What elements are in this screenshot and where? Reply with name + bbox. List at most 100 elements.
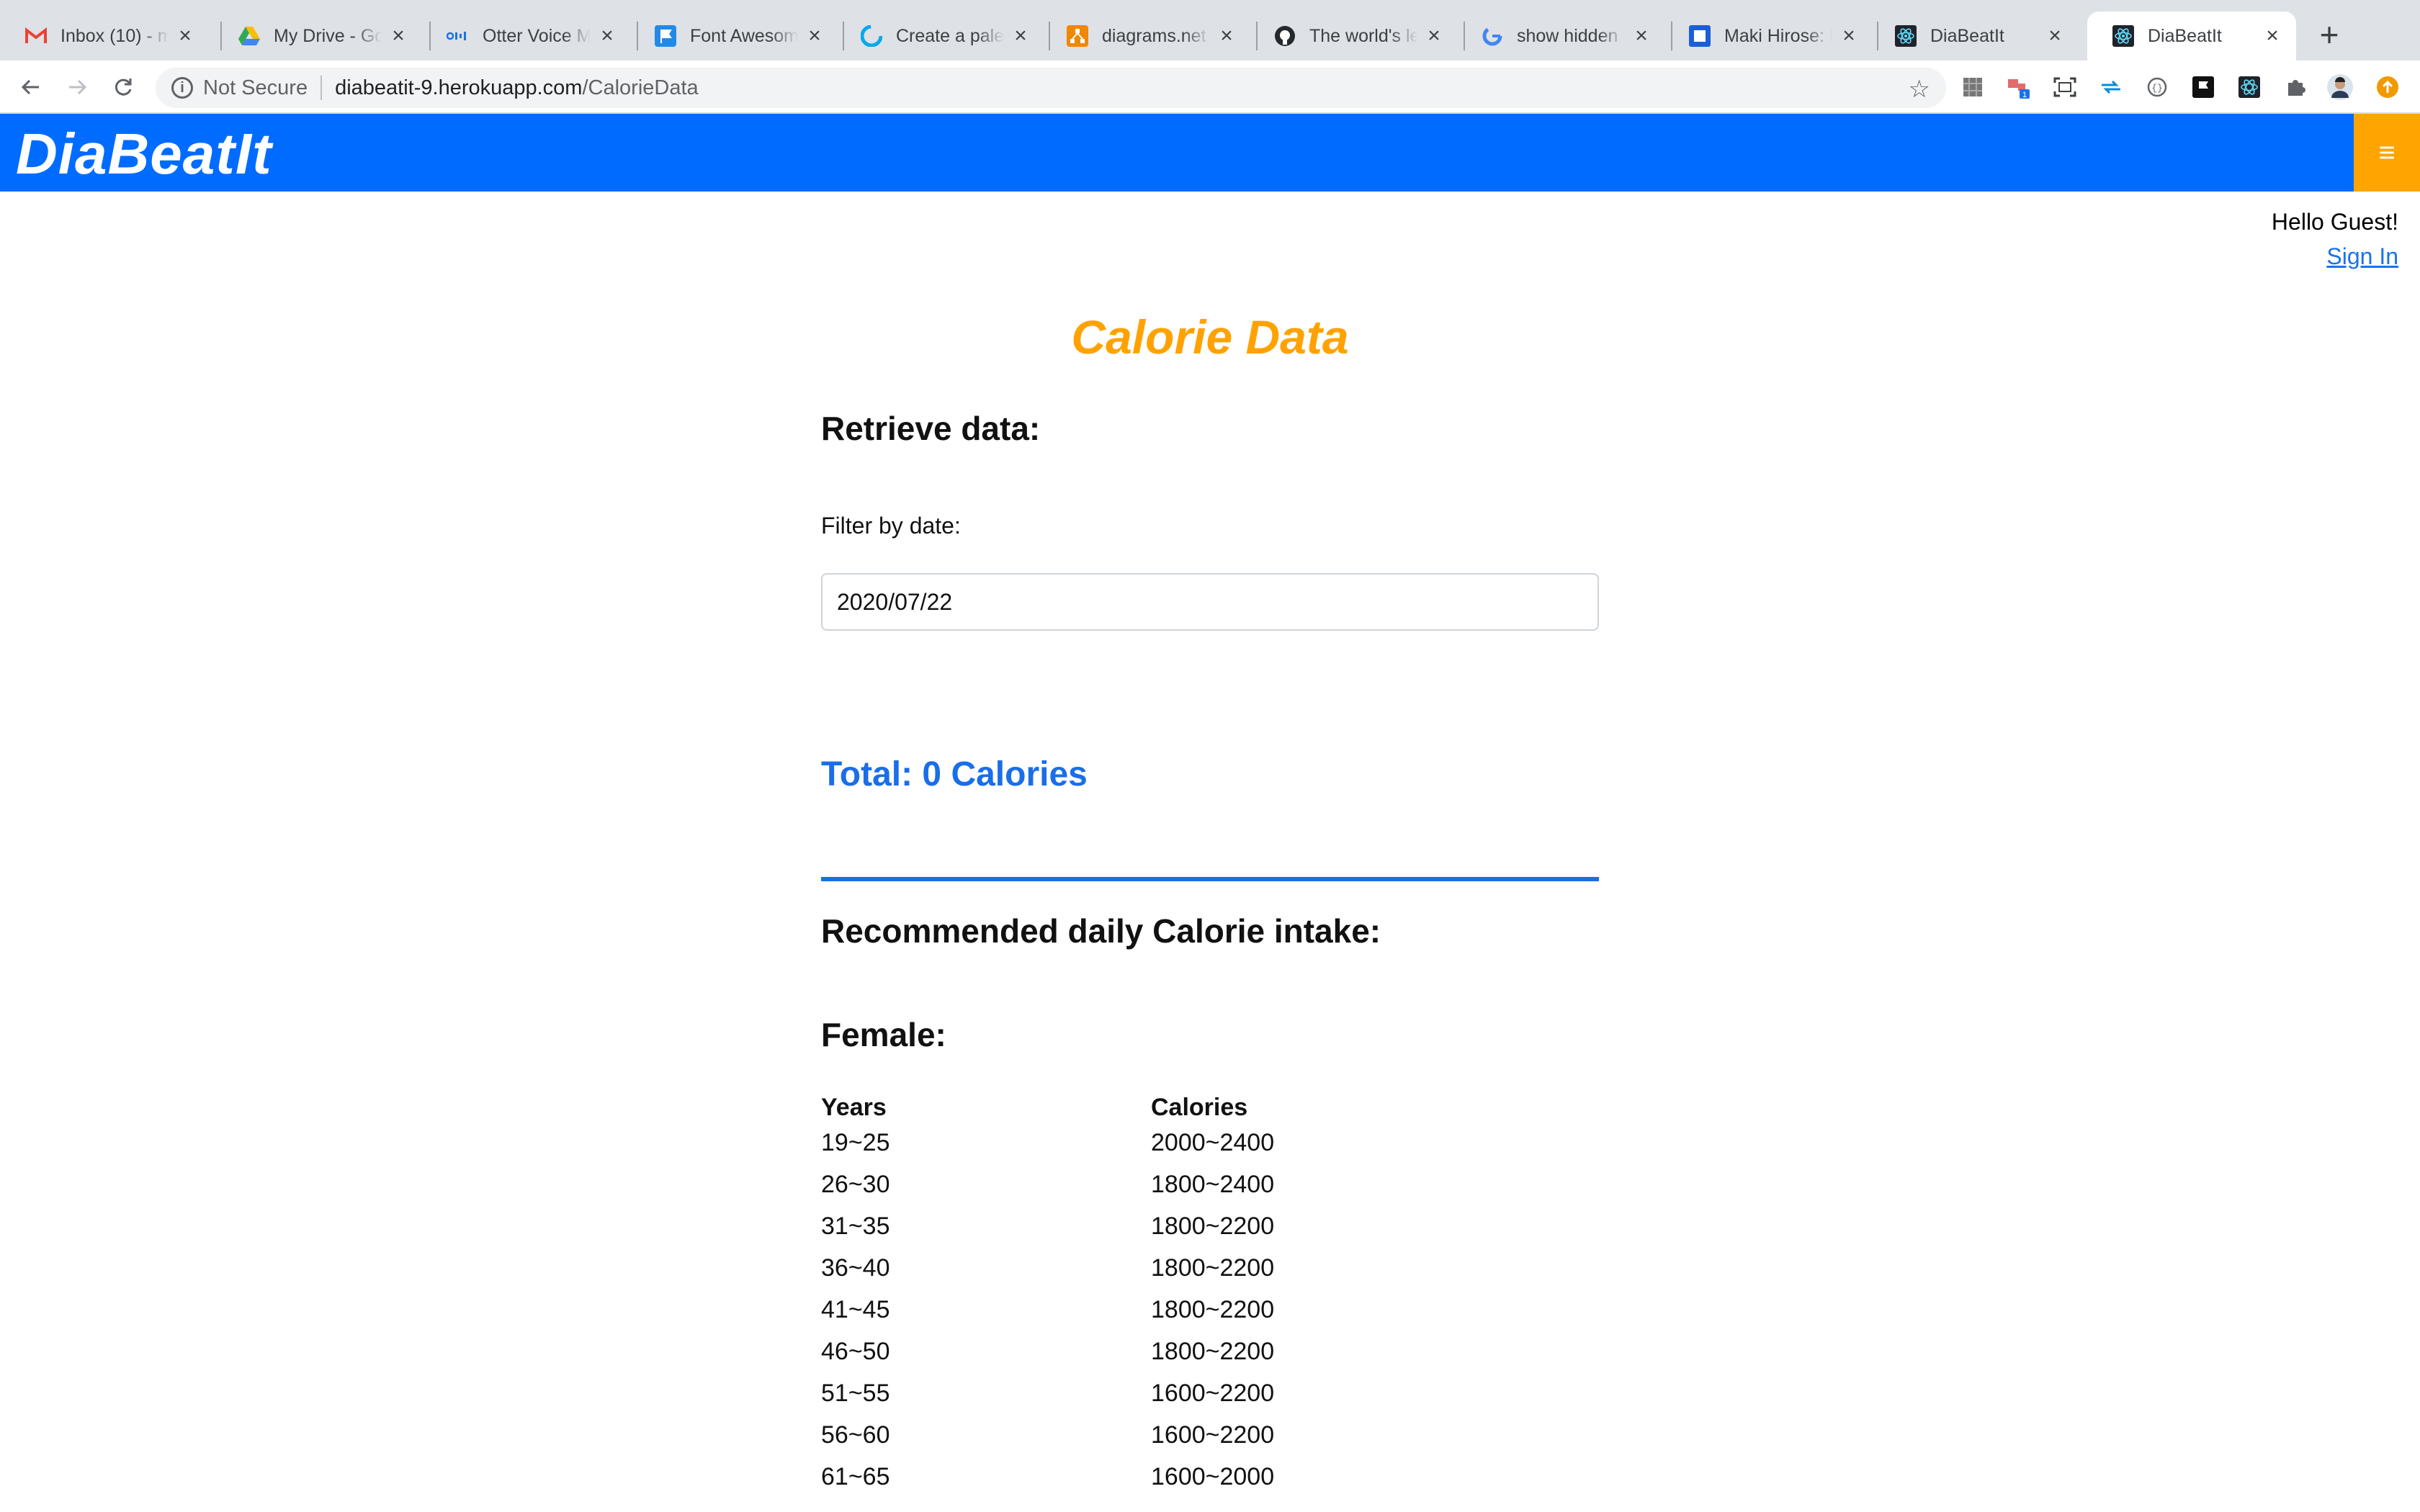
calories-cell: 1800~2400 xyxy=(1151,1170,1275,1198)
browser-tab-coolors[interactable]: Create a palet × xyxy=(835,12,1044,60)
code-brackets-icon[interactable]: {} xyxy=(2143,73,2171,101)
calories-cell: 1600~2200 xyxy=(1151,1379,1275,1407)
browser-tab-google[interactable]: show hidden f × xyxy=(1456,12,1665,60)
calories-cell: 1600~2000 xyxy=(1151,1462,1275,1490)
hamburger-icon: ≡ xyxy=(2378,136,2396,168)
diagrams-icon xyxy=(1066,24,1089,48)
sign-in-link[interactable]: Sign In xyxy=(2326,243,2398,270)
female-calorie-table: Years Calories 19~25 2000~2400 26~30 1800~… xyxy=(821,1087,1439,1498)
years-cell: 56~60 xyxy=(821,1421,890,1449)
years-cell: 19~25 xyxy=(821,1128,890,1156)
browser-tab-diabeatit-active[interactable]: DiaBeatIt × xyxy=(2087,12,2296,60)
reload-icon xyxy=(115,78,132,96)
tab-close-icon[interactable]: × xyxy=(596,25,618,47)
reload-button[interactable] xyxy=(108,72,138,102)
tab-close-icon[interactable]: × xyxy=(804,25,825,47)
tab-close-icon[interactable]: × xyxy=(1423,25,1445,47)
otter-icon xyxy=(447,24,470,48)
calories-cell: 1800~2200 xyxy=(1151,1337,1275,1365)
extensions-puzzle-icon[interactable] xyxy=(2282,73,2309,101)
years-cell: 46~50 xyxy=(821,1337,890,1365)
brand-logo[interactable]: DiaBeatIt xyxy=(16,121,272,187)
tab-close-icon[interactable]: × xyxy=(174,25,196,47)
address-divider xyxy=(321,76,323,100)
svg-text:{}: {} xyxy=(2151,83,2163,94)
gmail-icon xyxy=(24,24,48,48)
tab-close-icon[interactable]: × xyxy=(1216,25,1237,47)
female-heading: Female: xyxy=(821,1016,946,1053)
forward-arrow-icon xyxy=(69,79,87,95)
url-host: diabeatit-9.herokuapp.com xyxy=(335,76,583,99)
font-awesome-icon xyxy=(654,24,677,48)
back-button[interactable] xyxy=(16,72,46,102)
years-cell: 36~40 xyxy=(821,1254,890,1282)
hamburger-menu-button[interactable]: ≡ xyxy=(2354,114,2420,192)
browser-tab-github[interactable]: The world's le × xyxy=(1249,12,1458,60)
tab-close-icon[interactable]: × xyxy=(1010,25,1031,47)
browser-tab-font-awesome[interactable]: Font Awesome × xyxy=(629,12,838,60)
table-row: 46~50 1800~2200 xyxy=(821,1331,1439,1372)
screen-capture-icon[interactable] xyxy=(2051,73,2079,101)
forward-button[interactable] xyxy=(62,72,92,102)
browser-tab-strip: Inbox (10) - m × My Drive - Go × Otter V… xyxy=(0,0,2420,60)
app-header: DiaBeatIt ≡ xyxy=(0,114,2420,192)
table-row: 56~60 1600~2200 xyxy=(821,1414,1439,1456)
tab-close-icon[interactable]: × xyxy=(387,25,409,47)
url-path: /CalorieData xyxy=(582,76,699,99)
back-arrow-icon xyxy=(21,79,39,95)
years-cell: 31~35 xyxy=(821,1212,890,1240)
browser-tab-drive[interactable]: My Drive - Go × xyxy=(213,12,422,60)
browser-tab-gmail[interactable]: Inbox (10) - m × xyxy=(0,12,209,60)
react-devtools-icon[interactable] xyxy=(2236,73,2263,101)
calories-cell: 1800~2200 xyxy=(1151,1295,1275,1323)
column-header-years: Years xyxy=(821,1094,887,1121)
tab-close-icon[interactable]: × xyxy=(1631,25,1652,47)
filter-date-label: Filter by date: xyxy=(821,513,961,539)
column-header-calories: Calories xyxy=(1151,1094,1248,1121)
page-title: Calorie Data xyxy=(1071,310,1349,364)
years-cell: 61~65 xyxy=(821,1462,890,1490)
years-cell: 41~45 xyxy=(821,1295,890,1323)
info-icon[interactable]: i xyxy=(171,77,193,99)
tab-close-icon[interactable]: × xyxy=(2262,25,2283,47)
react-icon xyxy=(2112,24,2135,48)
swap-arrows-icon[interactable] xyxy=(2097,73,2125,101)
browser-tab-otter[interactable]: Otter Voice M × xyxy=(422,12,631,60)
years-cell: 51~55 xyxy=(821,1379,890,1407)
google-drive-icon xyxy=(238,24,261,48)
calories-cell: 1800~2200 xyxy=(1151,1212,1275,1240)
calories-cell: 1600~2200 xyxy=(1151,1421,1275,1449)
retrieve-data-heading: Retrieve data: xyxy=(821,410,1041,447)
table-row: 41~45 1800~2200 xyxy=(821,1289,1439,1331)
coolors-icon xyxy=(860,24,883,48)
tab-close-icon[interactable]: × xyxy=(2044,25,2066,47)
user-greeting: Hello Guest! xyxy=(2271,209,2398,235)
browser-toolbar: i Not Secure diabeatit-9.herokuapp.com/C… xyxy=(0,60,2420,114)
flag-extension-icon[interactable] xyxy=(2190,73,2217,101)
security-label: Not Secure xyxy=(203,76,308,99)
table-row: 61~65 1600~2000 xyxy=(821,1456,1439,1498)
table-row: 51~55 1600~2200 xyxy=(821,1372,1439,1414)
table-row: 31~35 1800~2200 xyxy=(821,1205,1439,1247)
total-calories: Total: 0 Calories xyxy=(821,755,1088,793)
update-icon[interactable] xyxy=(2374,73,2401,101)
calories-cell: 2000~2400 xyxy=(1151,1128,1275,1156)
bookmark-star-icon[interactable]: ☆ xyxy=(1909,75,1930,104)
profile-avatar[interactable] xyxy=(2326,73,2354,101)
tab-close-icon[interactable]: × xyxy=(1838,25,1860,47)
extension-badge: 1 xyxy=(2022,91,2027,99)
extension-puzzle-red-icon[interactable]: 1 xyxy=(2005,73,2033,101)
google-icon xyxy=(1481,24,1504,48)
browser-tab-diabeatit[interactable]: DiaBeatIt × xyxy=(1870,12,2079,60)
trello-icon xyxy=(1688,24,1711,48)
years-cell: 26~30 xyxy=(821,1170,890,1198)
date-filter-input[interactable] xyxy=(821,573,1599,631)
section-divider xyxy=(821,877,1599,881)
react-icon xyxy=(1894,24,1917,48)
new-tab-button[interactable]: + xyxy=(2312,18,2347,53)
extension-grid-icon[interactable] xyxy=(1959,73,1986,101)
address-bar[interactable]: i Not Secure diabeatit-9.herokuapp.com/C… xyxy=(156,68,1946,108)
browser-tab-diagrams[interactable]: diagrams.net × xyxy=(1041,12,1250,60)
github-icon xyxy=(1273,24,1296,48)
browser-tab-trello[interactable]: Maki Hirose: L × xyxy=(1664,12,1873,60)
